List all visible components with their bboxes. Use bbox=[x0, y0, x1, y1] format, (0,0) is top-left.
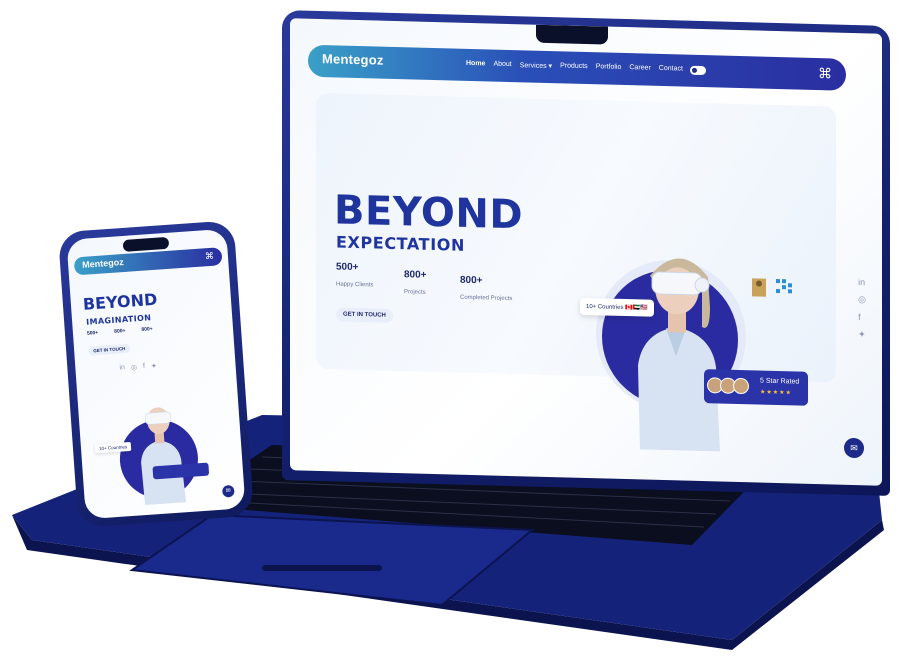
stat-projects: 800+ Projects bbox=[404, 269, 427, 299]
hero-subtitle: EXPECTATION bbox=[336, 232, 465, 255]
mobile-stats: 500+ 800+ 800+ bbox=[87, 326, 153, 337]
twitter-icon[interactable]: ✦ bbox=[151, 362, 157, 370]
facebook-icon[interactable]: f bbox=[143, 363, 146, 371]
stat-completed: 800+ Completed Projects bbox=[460, 275, 512, 305]
nav-career[interactable]: Career bbox=[629, 64, 650, 73]
avatar bbox=[733, 377, 749, 395]
countries-badge: 10+ Countries 🇨🇦🇦🇪🇺🇸 bbox=[580, 297, 654, 317]
mobile-social-bar: in ◎ f ✦ bbox=[119, 362, 157, 373]
mobile-vr-person-image bbox=[141, 407, 187, 506]
laptop-lid: Mentegoz Home About Services ▾ Products … bbox=[282, 10, 890, 496]
nav-services[interactable]: Services ▾ bbox=[520, 61, 552, 70]
site-header: Mentegoz Home About Services ▾ Products … bbox=[308, 44, 846, 91]
stat-number: 500+ bbox=[336, 261, 359, 274]
nav-about[interactable]: About bbox=[493, 61, 511, 69]
stat-label: Happy Clients bbox=[336, 281, 374, 289]
mobile-logo[interactable]: Mentegoz bbox=[82, 257, 124, 270]
countries-label: 10+ Countries bbox=[586, 304, 624, 311]
instagram-icon[interactable]: ◎ bbox=[858, 294, 866, 305]
nav-home[interactable]: Home bbox=[466, 60, 485, 69]
flags-icon: 🇨🇦🇦🇪🇺🇸 bbox=[625, 305, 648, 312]
mobile-stat: 800+ bbox=[114, 328, 126, 335]
camera-notch bbox=[536, 24, 608, 45]
mobile-hero-subtitle: IMAGINATION bbox=[85, 313, 152, 327]
mobile-stat: 500+ bbox=[86, 329, 99, 337]
nav-contact[interactable]: Contact bbox=[659, 65, 683, 74]
stat-label: Projects bbox=[404, 289, 426, 296]
grid-icon[interactable]: ⌘ bbox=[818, 65, 832, 81]
site-logo[interactable]: Mentegoz bbox=[322, 51, 384, 68]
emblem-icon bbox=[752, 278, 792, 297]
nav-portfolio[interactable]: Portfolio bbox=[596, 63, 622, 72]
stat-number: 800+ bbox=[460, 274, 483, 287]
rating-badge: 5 Star Rated ★★★★★ bbox=[704, 369, 808, 406]
theme-toggle[interactable] bbox=[690, 65, 706, 76]
hero-title: BEYOND bbox=[334, 187, 524, 239]
get-in-touch-button[interactable]: GET IN TOUCH bbox=[336, 307, 393, 323]
mobile-hero-title: BEYOND bbox=[82, 289, 158, 314]
facebook-icon[interactable]: f bbox=[858, 312, 866, 322]
main-nav: Home About Services ▾ Products Portfolio… bbox=[466, 60, 683, 74]
phone-device: Mentegoz ⌘ BEYOND IMAGINATION 500+ 800+ … bbox=[57, 220, 255, 528]
chat-icon[interactable]: ✉ bbox=[221, 484, 235, 498]
vr-person-image bbox=[638, 258, 720, 452]
stat-clients: 500+ Happy Clients bbox=[336, 261, 373, 291]
stars-icon: ★★★★★ bbox=[760, 389, 792, 397]
partner-logos bbox=[746, 274, 806, 306]
stat-number: 800+ bbox=[404, 269, 427, 281]
phone-notch bbox=[122, 236, 170, 252]
chat-icon[interactable]: ✉ bbox=[844, 437, 864, 459]
linkedin-icon[interactable]: in bbox=[858, 277, 866, 287]
instagram-icon[interactable]: ◎ bbox=[131, 363, 138, 371]
phone-screen: Mentegoz ⌘ BEYOND IMAGINATION 500+ 800+ … bbox=[66, 228, 246, 520]
linkedin-icon[interactable]: in bbox=[119, 364, 125, 372]
twitter-icon[interactable]: ✦ bbox=[858, 329, 866, 340]
mobile-stat: 800+ bbox=[141, 326, 153, 333]
rating-label: 5 Star Rated bbox=[760, 377, 800, 386]
stat-label: Completed Projects bbox=[460, 294, 513, 303]
avatars-group bbox=[707, 377, 749, 395]
social-bar: in ◎ f ✦ bbox=[858, 277, 866, 340]
laptop-screen: Mentegoz Home About Services ▾ Products … bbox=[290, 18, 882, 486]
nav-products[interactable]: Products bbox=[560, 62, 588, 71]
mobile-get-in-touch-button[interactable]: GET IN TOUCH bbox=[87, 343, 131, 356]
mobile-header: Mentegoz ⌘ bbox=[73, 247, 223, 276]
grid-icon[interactable]: ⌘ bbox=[205, 251, 215, 263]
mobile-rating-badge bbox=[152, 462, 210, 480]
